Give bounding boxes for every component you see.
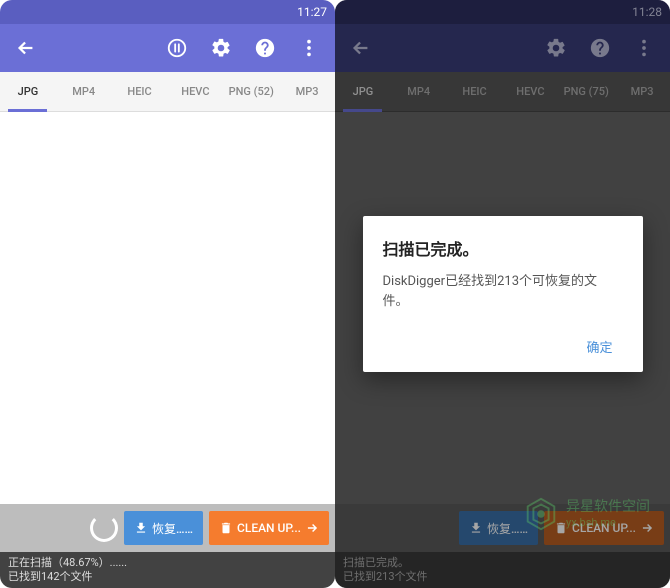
tab-mp3[interactable]: MP3 [279, 72, 335, 111]
tab-heic[interactable]: HEIC [112, 72, 168, 111]
tab-png[interactable]: PNG (52) [223, 72, 279, 111]
dialog-body: DiskDigger已经找到213个可恢复的文件。 [383, 272, 623, 311]
tab-hevc[interactable]: HEVC [167, 72, 223, 111]
dialog-actions: 确定 [383, 329, 623, 364]
help-icon [254, 37, 276, 59]
footer-line2: 已找到142个文件 [8, 570, 327, 584]
dialog-title: 扫描已完成。 [383, 236, 623, 260]
overflow-button[interactable] [291, 30, 327, 66]
bottom-actions: 恢复…… CLEAN UP... [0, 504, 335, 552]
status-time: 11:27 [297, 5, 327, 19]
content-area [0, 112, 335, 504]
pause-button[interactable] [159, 30, 195, 66]
download-icon [134, 521, 148, 535]
scan-complete-dialog: 扫描已完成。 DiskDigger已经找到213个可恢复的文件。 确定 [363, 216, 643, 372]
settings-button[interactable] [203, 30, 239, 66]
status-bar: 11:27 [0, 0, 335, 24]
status-footer: 正在扫描（48.67%）...... 已找到142个文件 [0, 552, 335, 588]
cleanup-button[interactable]: CLEAN UP... [209, 511, 329, 545]
cleanup-label: CLEAN UP... [237, 521, 301, 535]
back-button[interactable] [8, 30, 44, 66]
tab-jpg[interactable]: JPG [0, 72, 56, 111]
gear-icon [210, 37, 232, 59]
arrow-right-icon [305, 521, 319, 535]
scanning-spinner [90, 514, 118, 542]
pause-icon [166, 37, 188, 59]
restore-button[interactable]: 恢复…… [124, 511, 203, 545]
overflow-icon [298, 37, 320, 59]
screen-left: 11:27 JPG MP4 HEIC HEVC PNG (52) MP3 [0, 0, 335, 588]
app-bar [0, 24, 335, 72]
tab-mp4[interactable]: MP4 [56, 72, 112, 111]
footer-line1: 正在扫描（48.67%）...... [8, 556, 327, 570]
help-button[interactable] [247, 30, 283, 66]
dialog-ok-button[interactable]: 确定 [576, 329, 622, 364]
screen-right: 11:28 JPG MP4 HEIC HEVC PNG (75) MP3 恢复…… [335, 0, 670, 588]
restore-label: 恢复…… [152, 520, 193, 537]
dialog-overlay[interactable]: 扫描已完成。 DiskDigger已经找到213个可恢复的文件。 确定 [335, 0, 670, 588]
trash-icon [219, 521, 233, 535]
back-icon [15, 37, 37, 59]
tabs: JPG MP4 HEIC HEVC PNG (52) MP3 [0, 72, 335, 112]
